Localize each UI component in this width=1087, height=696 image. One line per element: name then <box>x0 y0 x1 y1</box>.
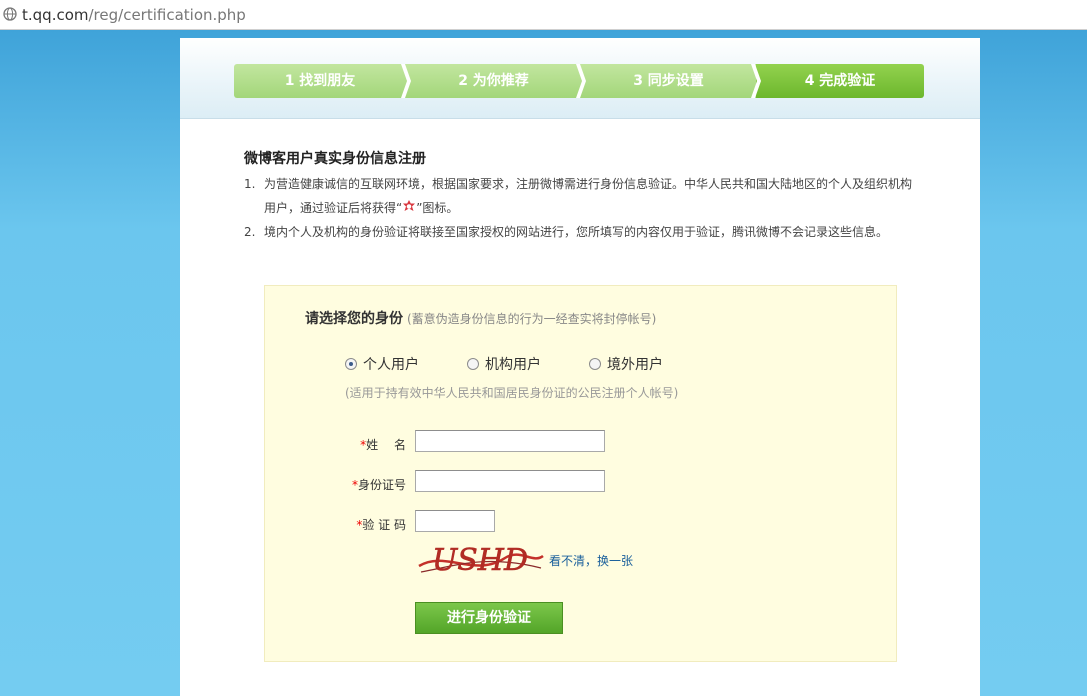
radio-label: 境外用户 <box>607 357 663 373</box>
radio-personal[interactable]: 个人用户 <box>345 354 419 374</box>
note-number: 1. <box>244 177 256 191</box>
captcha-label: *验 证 码 <box>350 516 406 533</box>
url-text[interactable]: t.qq.com/reg/certification.php <box>22 6 246 24</box>
form-title-hint: (蓄意伪造身份信息的行为一经查实将封停帐号) <box>407 312 657 326</box>
captcha-image[interactable]: USHD <box>415 536 545 584</box>
radio-label: 个人用户 <box>363 357 419 373</box>
note-1: 1. 为营造健康诚信的互联网环境，根据国家要求，注册微博需进行身份信息验证。中华人… <box>244 172 912 196</box>
note-1-cont: 用户，通过验证后将获得“ ”图标。 <box>264 196 458 222</box>
radio-unselected-icon[interactable] <box>467 358 479 370</box>
step-chevron-icon <box>401 64 411 98</box>
refresh-captcha-link[interactable]: 看不清，换一张 <box>549 552 633 569</box>
identity-form: 请选择您的身份 (蓄意伪造身份信息的行为一经查实将封停帐号) 个人用户 机构用户 … <box>264 285 897 662</box>
note-text: 为营造健康诚信的互联网环境，根据国家要求，注册微博需进行身份信息验证。中华人民共… <box>264 177 913 191</box>
url-host: t.qq.com <box>22 6 89 24</box>
globe-icon <box>3 7 17 24</box>
verify-identity-button[interactable]: 进行身份验证 <box>415 602 563 634</box>
form-title-text: 请选择您的身份 <box>305 311 403 327</box>
step-3: 3 同步设置 <box>581 64 756 98</box>
id-label-text: 身份证号 <box>357 478 406 492</box>
name-label-text: 姓 名 <box>366 438 406 452</box>
verified-badge-icon <box>402 198 416 222</box>
radio-label: 机构用户 <box>485 357 541 373</box>
note-number: 2. <box>244 225 256 239</box>
captcha-text: USHD <box>432 543 528 578</box>
page-title: 微博客用户真实身份信息注册 <box>244 151 426 167</box>
id-number-label: *身份证号 <box>350 476 406 493</box>
browser-address-bar[interactable]: t.qq.com/reg/certification.php <box>0 0 1087 30</box>
radio-overseas[interactable]: 境外用户 <box>589 354 663 374</box>
form-title: 请选择您的身份 (蓄意伪造身份信息的行为一经查实将封停帐号) <box>305 308 656 328</box>
note-text: 境内个人及机构的身份验证将联接至国家授权的网站进行，您所填写的内容仅用于验证，腾… <box>264 225 889 239</box>
radio-organization[interactable]: 机构用户 <box>467 354 541 374</box>
step-4-active: 4 完成验证 <box>756 64 924 98</box>
name-input[interactable] <box>415 430 605 452</box>
step-chevron-icon <box>576 64 586 98</box>
step-2: 2 为你推荐 <box>406 64 581 98</box>
captcha-label-text: 验 证 码 <box>362 518 406 532</box>
identity-hint: (适用于持有效中华人民共和国居民身份证的公民注册个人帐号) <box>345 386 679 400</box>
url-path: /reg/certification.php <box>88 6 246 24</box>
note-2: 2. 境内个人及机构的身份验证将联接至国家授权的网站进行，您所填写的内容仅用于验证… <box>244 220 888 244</box>
radio-selected-icon[interactable] <box>345 358 357 370</box>
main-panel: 1 找到朋友 2 为你推荐 3 同步设置 4 完成验证 微博客用户真实身份信息注… <box>180 38 980 696</box>
radio-unselected-icon[interactable] <box>589 358 601 370</box>
name-label: *姓 名 <box>350 436 406 453</box>
captcha-input[interactable] <box>415 510 495 532</box>
step-chevron-icon <box>751 64 761 98</box>
steps-bar: 1 找到朋友 2 为你推荐 3 同步设置 4 完成验证 <box>180 38 980 119</box>
step-1: 1 找到朋友 <box>234 64 406 98</box>
note-text: ”图标。 <box>416 201 459 215</box>
note-text: 用户，通过验证后将获得“ <box>264 201 403 215</box>
id-number-input[interactable] <box>415 470 605 492</box>
